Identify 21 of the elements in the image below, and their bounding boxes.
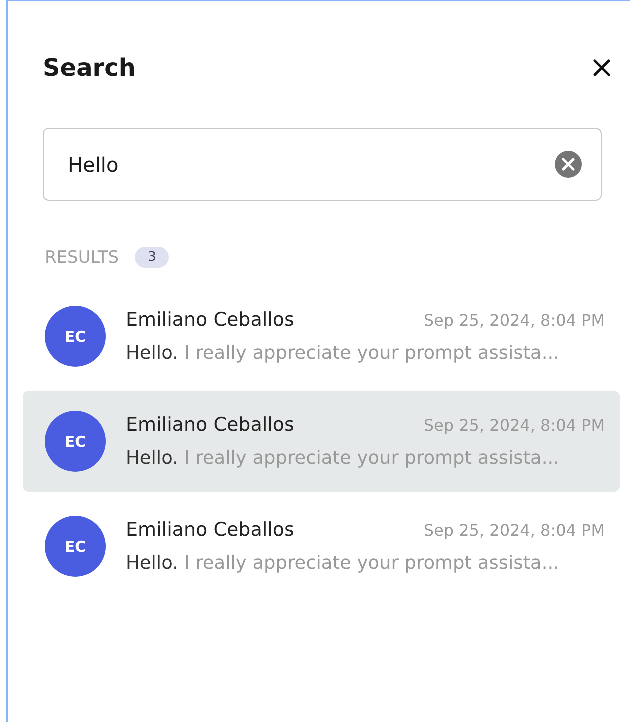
message-preview: Hello. I really appreciate your prompt assista... <box>126 553 561 574</box>
message-preview: Hello. I really appreciate your prompt assista... <box>126 448 561 469</box>
message-time: Sep 25, 2024, 8:04 PM <box>424 416 605 435</box>
search-field[interactable]: Hello <box>43 128 602 201</box>
close-icon[interactable] <box>592 58 612 78</box>
panel-title: Search <box>43 54 136 82</box>
clear-icon[interactable] <box>555 151 582 178</box>
avatar: EC <box>45 411 106 472</box>
sender-name: Emiliano Ceballos <box>126 519 294 541</box>
sender-name: Emiliano Ceballos <box>126 414 294 436</box>
sender-name: Emiliano Ceballos <box>126 309 294 331</box>
message-preview: Hello. I really appreciate your prompt assista... <box>126 343 561 364</box>
results-count-badge: 3 <box>135 247 170 268</box>
search-result-item[interactable]: EC Emiliano Ceballos Sep 25, 2024, 8:04 PM Hello. I really appreciate your prompt assista... <box>23 496 620 597</box>
results-label: RESULTS <box>45 248 120 268</box>
avatar: EC <box>45 516 106 577</box>
avatar: EC <box>45 306 106 367</box>
search-result-item[interactable]: EC Emiliano Ceballos Sep 25, 2024, 8:04 PM Hello. I really appreciate your prompt assista... <box>23 391 620 492</box>
message-time: Sep 25, 2024, 8:04 PM <box>424 521 605 540</box>
message-time: Sep 25, 2024, 8:04 PM <box>424 311 605 330</box>
search-result-item[interactable]: EC Emiliano Ceballos Sep 25, 2024, 8:04 PM Hello. I really appreciate your prompt assista... <box>23 286 620 387</box>
